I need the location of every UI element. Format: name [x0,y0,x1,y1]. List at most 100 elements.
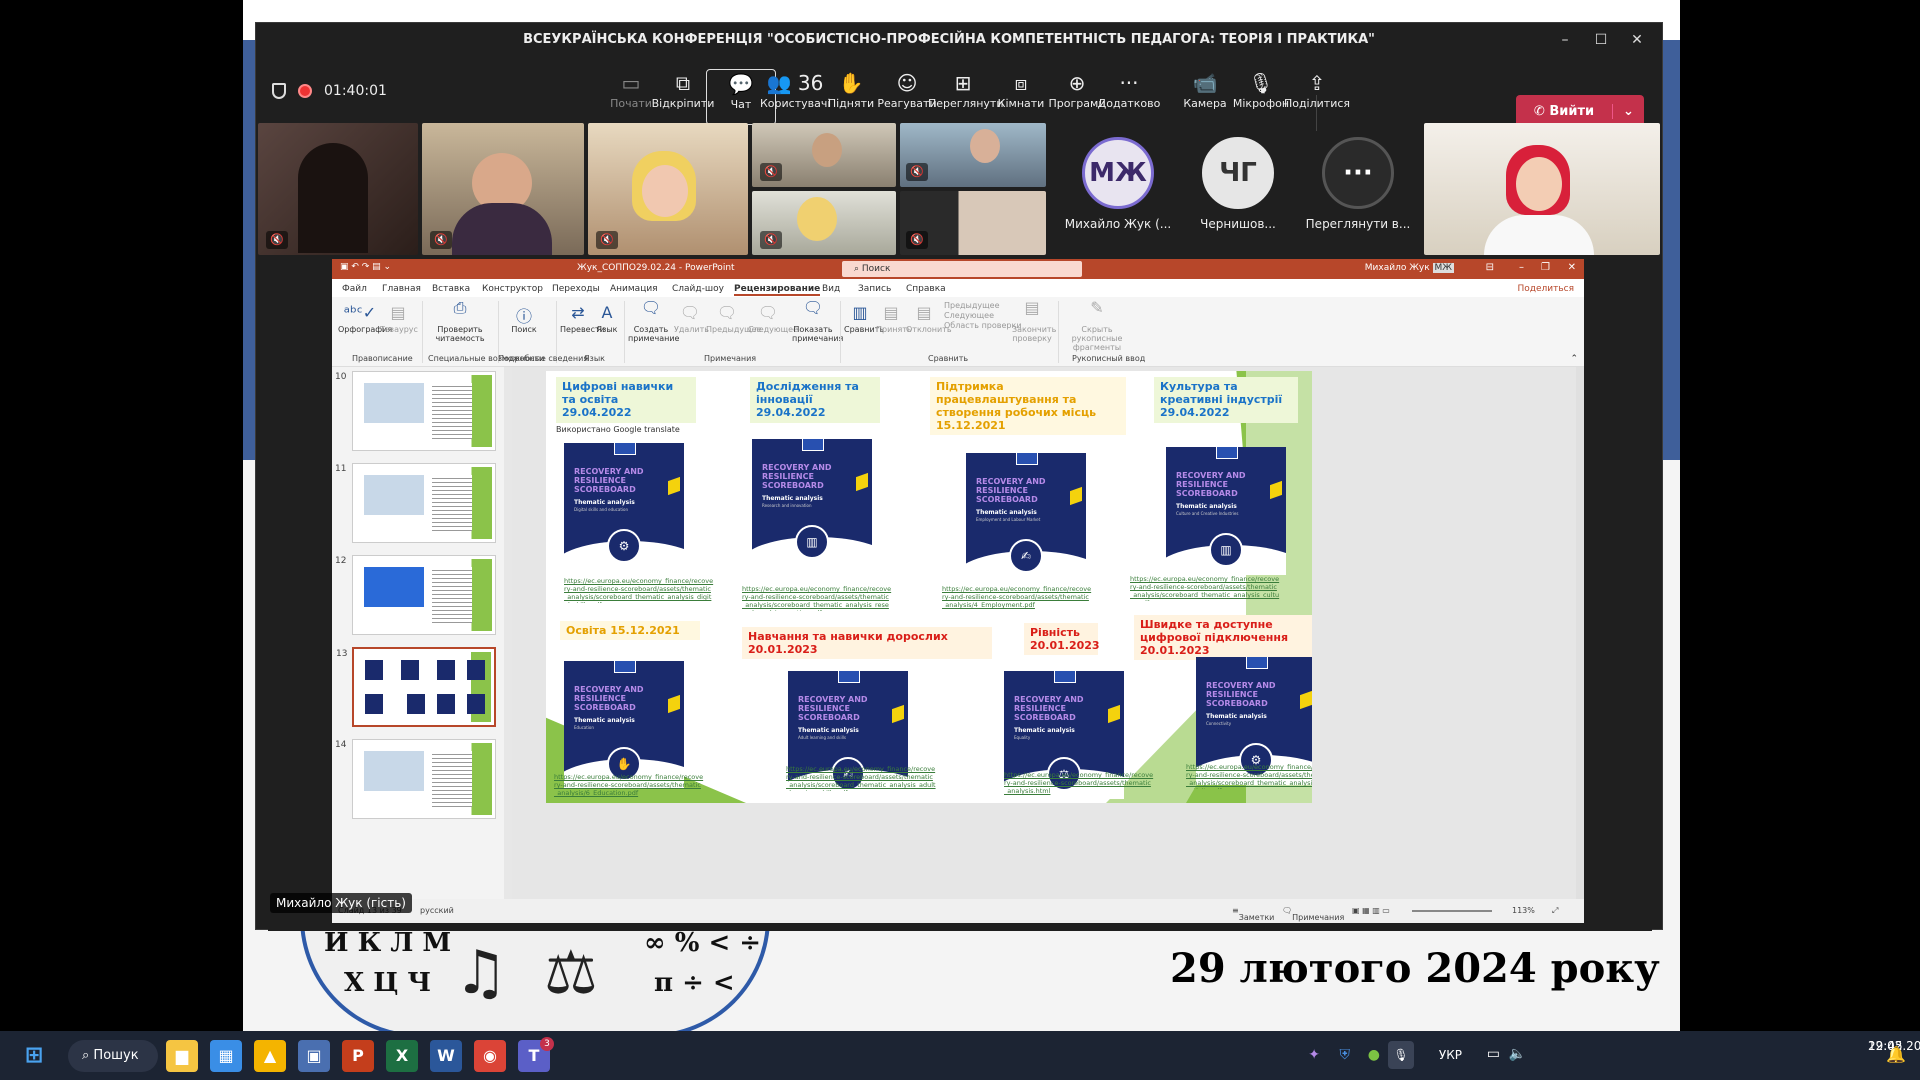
previous-comment-button[interactable]: 🗨 Предыдущее [706,303,762,334]
fit-slide-icon[interactable]: ⤢ [1552,906,1558,916]
ppt-tab-10[interactable]: Справка [906,284,946,294]
ppt-tab-8[interactable]: Вид [822,284,840,294]
language-button[interactable]: A Язык [596,303,618,334]
report-link-1[interactable]: https://ec.europa.eu/economy_finance/rec… [564,577,714,603]
zoom-level[interactable]: 113% [1512,906,1535,915]
ppt-search-box[interactable]: ⌕ Поиск [842,261,1082,277]
notes-button[interactable]: ≡ Заметки [1232,906,1274,922]
slide-thumbnail[interactable]: 11 [335,463,496,543]
word-icon[interactable]: W [430,1040,462,1072]
report-link-2[interactable]: https://ec.europa.eu/economy_finance/rec… [742,585,892,611]
excel-icon[interactable]: X [386,1040,418,1072]
participant-avatar-2[interactable]: ЧГ Чернишов... [1178,123,1298,255]
slide-thumbnail[interactable]: 10 [335,371,496,451]
ppt-tab-9[interactable]: Запись [858,284,891,294]
participant-video-1[interactable]: 🔇 [258,123,418,255]
ppt-maximize-button[interactable]: ❐ [1541,262,1550,273]
maximize-button[interactable]: ☐ [1584,27,1618,53]
report-link-4[interactable]: https://ec.europa.eu/economy_finance/rec… [1130,575,1280,601]
ppt-tab-5[interactable]: Анимация [610,284,658,294]
ppt-tab-6[interactable]: Слайд-шоу [672,284,724,294]
ppt-user[interactable]: Михайло Жук МЖ [1365,263,1454,273]
delete-comment-button[interactable]: 🗨 Удалить [674,303,709,334]
save-icon[interactable]: ▣ [298,1040,330,1072]
canvas-scrollbar[interactable] [1576,367,1584,899]
comments-status-button[interactable]: 🗨 Примечания [1282,906,1344,922]
new-comment-button[interactable]: 🗨 Создать примечание [628,300,679,344]
thumbnails-scrollbar[interactable] [504,367,512,899]
end-review-button[interactable]: ▤ Закончить проверку [1012,300,1056,344]
quick-access-icons[interactable]: ▣ ↶ ↷ ▤ ⌄ [340,262,391,272]
slide-thumbnail[interactable]: 14 [335,739,496,819]
ppt-tab-4[interactable]: Переходы [552,284,600,294]
language-status[interactable]: русский [420,906,454,915]
report-link-6[interactable]: https://ec.europa.eu/economy_finance/rec… [786,765,936,791]
compare-button[interactable]: ▥ Сравнить [844,303,884,334]
volume-icon[interactable]: 🔈 [1509,1046,1526,1062]
hide-ink-button[interactable]: ✎ Скрыть рукописные фрагменты [1062,300,1132,353]
taskbar-search[interactable]: ⌕ Пошук [68,1040,158,1072]
participant-video-2[interactable]: 🔇 [422,123,584,255]
smart-lookup-button[interactable]: ⓘ Поиск [504,303,544,334]
review-previous[interactable]: Предыдущее [944,301,1022,311]
participant-video-presenter[interactable] [1424,123,1660,255]
review-pane[interactable]: Область проверки [944,321,1022,331]
ppt-tab-7[interactable]: Рецензирование [734,284,821,296]
update-icon[interactable]: ● [1368,1047,1380,1063]
copilot-icon[interactable]: ✦ [1308,1047,1320,1063]
participant-video-7[interactable]: 🔇 [900,191,1046,255]
report-link-8[interactable]: https://ec.europa.eu/economy_finance/rec… [1186,763,1312,789]
report-link-5[interactable]: https://ec.europa.eu/economy_finance/rec… [554,773,704,799]
ppt-tab-2[interactable]: Вставка [432,284,470,294]
participant-video-3[interactable]: 🔇 [588,123,748,255]
toolbar-more-button[interactable]: ··· Додатково [1094,69,1164,125]
participant-video-6[interactable]: 🔇 [752,191,896,255]
check-accessibility-button[interactable]: ⎙ Проверить читаемость [428,300,492,344]
ppt-tab-0[interactable]: Файл [342,284,367,294]
ppt-tab-1[interactable]: Главная [382,284,421,294]
chrome-icon[interactable]: ◉ [474,1040,506,1072]
next-comment-button[interactable]: 🗨 Следующее [748,303,798,334]
participant-avatar-3[interactable]: ··· Переглянути в... [1298,123,1418,255]
store-icon[interactable]: ▦ [210,1040,242,1072]
ribbon-display-icon[interactable]: ⊟ [1486,262,1494,273]
defender-icon[interactable]: ⛨ [1340,1047,1351,1063]
notifications-icon[interactable]: 🔔 [1886,1045,1906,1064]
collapse-ribbon-icon[interactable]: ⌃ [1570,354,1578,364]
file-explorer-icon[interactable]: ▆ [166,1040,198,1072]
thesaurus-button[interactable]: ▤ Тезаурус [380,303,418,334]
report-cover-2[interactable]: RECOVERY AND RESILIENCE SCOREBOARD Themat… [752,439,872,567]
report-cover-3[interactable]: RECOVERY AND RESILIENCE SCOREBOARD Themat… [966,453,1086,581]
report-cover-5[interactable]: RECOVERY AND RESILIENCE SCOREBOARD Themat… [564,661,684,789]
view-buttons[interactable]: ▣ ▦ ▥ ▭ [1352,906,1390,915]
review-nav-group[interactable]: Предыдущее Следующее Область проверки [944,301,1022,331]
toolbar-share-button[interactable]: ⇪ Поділитися [1282,69,1352,125]
network-icon[interactable]: ▭ [1487,1046,1500,1062]
participant-video-5[interactable]: 🔇 [900,123,1046,187]
spelling-button[interactable]: ᵃᵇᶜ✓ Орфография [338,303,392,334]
powerpoint-icon[interactable]: P [342,1040,374,1072]
ppt-minimize-button[interactable]: – [1519,262,1524,273]
accept-button[interactable]: ▤ Принять [876,303,912,334]
ppt-share-button[interactable]: Поделиться [1517,284,1574,294]
participant-video-4[interactable]: 🔇 [752,123,896,187]
report-link-3[interactable]: https://ec.europa.eu/economy_finance/rec… [942,585,1092,611]
slide-thumbnail[interactable]: 13 [336,647,496,727]
chevron-down-icon[interactable]: ⌄ [1612,103,1644,119]
report-link-7[interactable]: https://ec.europa.eu/economy_finance/rec… [1004,771,1154,797]
mic-muted-icon[interactable]: 🎙 [1388,1041,1414,1069]
translate-button[interactable]: ⇄ Перевести [560,303,605,334]
windows-start-icon[interactable]: ⊞ [18,1040,50,1072]
report-cover-4[interactable]: RECOVERY AND RESILIENCE SCOREBOARD Themat… [1166,447,1286,575]
participant-avatar-1[interactable]: МЖ Михайло Жук (... [1058,123,1178,255]
slide-thumbnail[interactable]: 12 [335,555,496,635]
show-comments-button[interactable]: 🗨 Показать примечания [792,300,843,344]
zoom-slider[interactable] [1412,910,1492,912]
review-next[interactable]: Следующее [944,311,1022,321]
report-cover-1[interactable]: RECOVERY AND RESILIENCE SCOREBOARD Themat… [564,443,684,571]
minimize-button[interactable]: – [1548,27,1582,53]
reject-button[interactable]: ▤ Отклонить [906,303,952,334]
ppt-close-button[interactable]: ✕ [1568,262,1576,273]
close-button[interactable]: ✕ [1620,27,1654,53]
drive-icon[interactable]: ▲ [254,1040,286,1072]
